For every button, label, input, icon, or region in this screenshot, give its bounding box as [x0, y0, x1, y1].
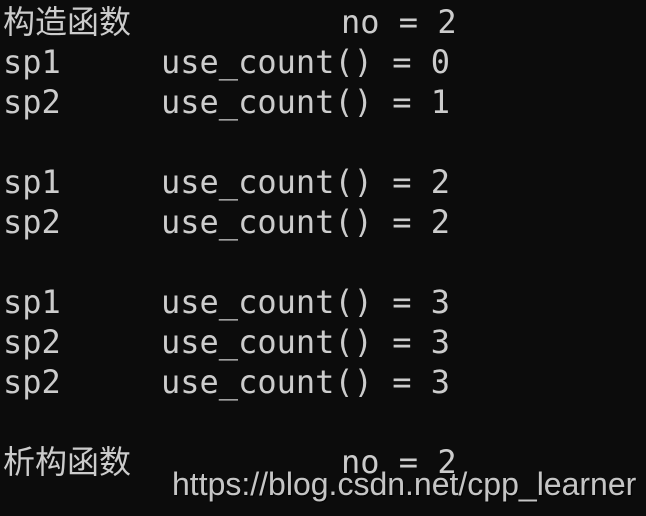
line-label: sp2: [3, 83, 61, 121]
console-line: sp2 use_count() = 3: [3, 322, 450, 362]
console-line: sp2 use_count() = 1: [3, 82, 450, 122]
line-value: use_count() = 3: [161, 363, 450, 401]
line-value: use_count() = 2: [161, 163, 450, 201]
line-extra: no = 2: [341, 3, 457, 41]
console-window: 构造函数 no = 2 sp1 use_count() = 0 sp2 use_…: [0, 0, 646, 516]
console-line: 构造函数 no = 2: [3, 2, 457, 42]
line-label: 析构函数: [3, 443, 132, 481]
line-label: sp2: [3, 363, 61, 401]
line-value: use_count() = 2: [161, 203, 450, 241]
console-line: sp2 use_count() = 3: [3, 362, 450, 402]
line-value: use_count() = 3: [161, 323, 450, 361]
line-label: sp1: [3, 43, 61, 81]
console-line: sp1 use_count() = 0: [3, 42, 450, 82]
line-label: 构造函数: [3, 3, 132, 41]
console-line: sp2 use_count() = 2: [3, 202, 450, 242]
line-label: sp1: [3, 283, 61, 321]
line-label: sp2: [3, 323, 61, 361]
line-value: use_count() = 1: [161, 83, 450, 121]
console-line: sp1 use_count() = 3: [3, 282, 450, 322]
console-line: sp1 use_count() = 2: [3, 162, 450, 202]
line-value: use_count() = 0: [161, 43, 450, 81]
line-label: sp2: [3, 203, 61, 241]
watermark-url: https://blog.csdn.net/cpp_learner: [172, 466, 637, 502]
line-label: sp1: [3, 163, 61, 201]
line-value: use_count() = 3: [161, 283, 450, 321]
console-line: 析构函数 no = 2: [3, 442, 457, 482]
